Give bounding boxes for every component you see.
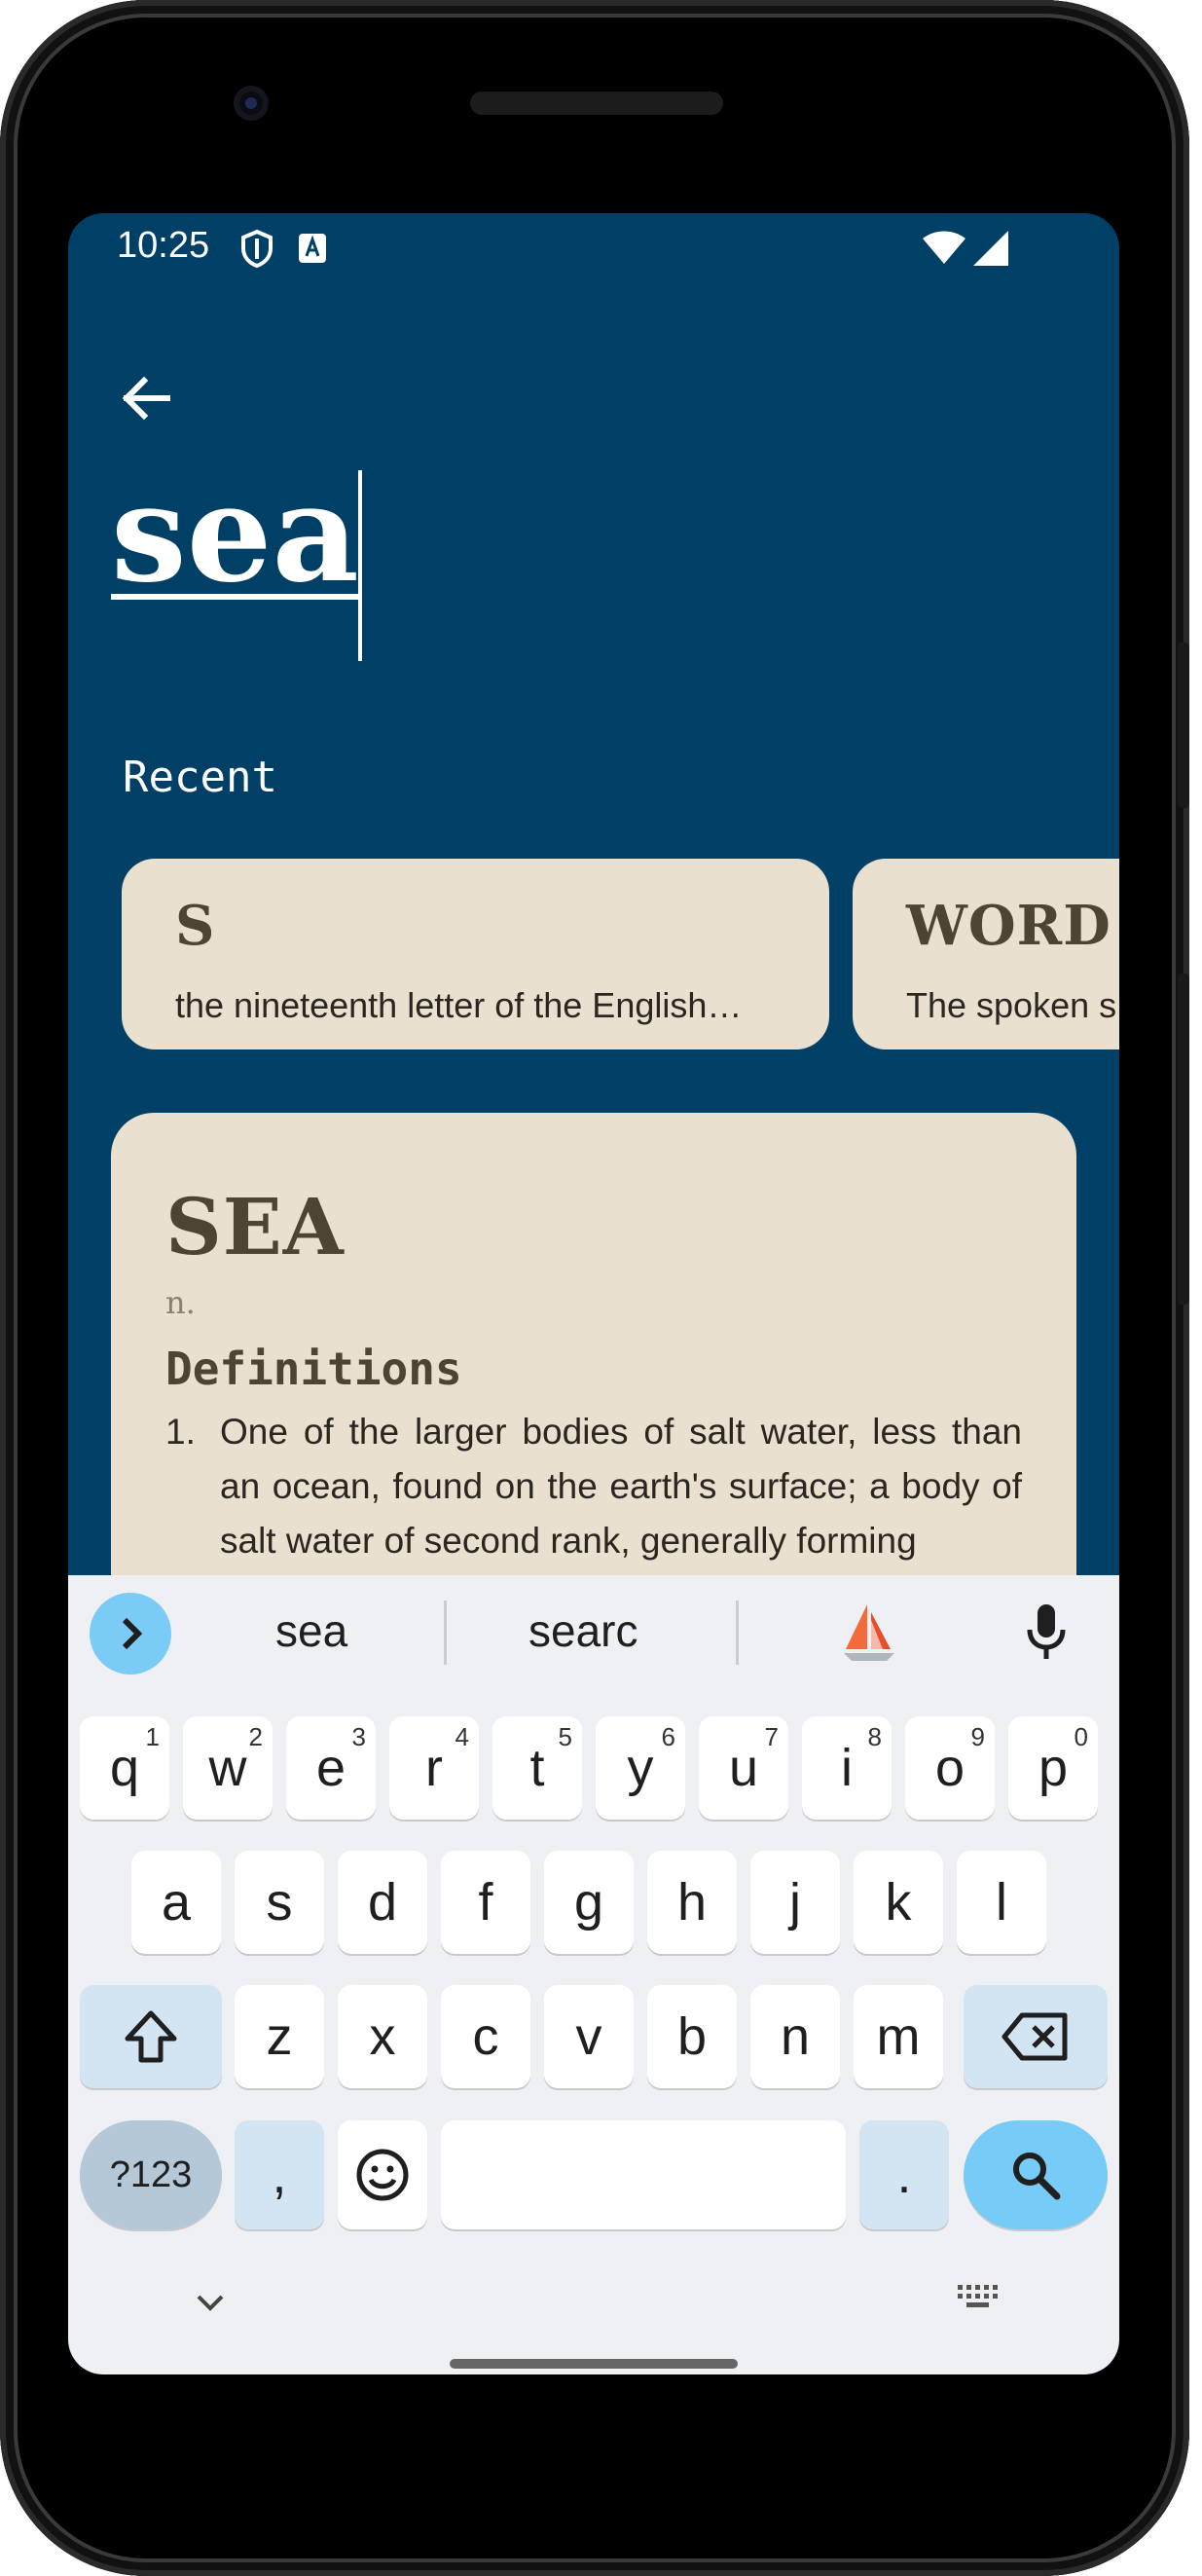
recent-card[interactable]: WORD The spoken s <box>853 859 1119 1049</box>
key-h[interactable]: h <box>647 1851 737 1954</box>
recent-card[interactable]: S the nineteenth letter of the English… <box>122 859 829 1049</box>
status-bar: 10:25 <box>68 213 1119 281</box>
cellular-signal-icon <box>973 231 1008 266</box>
suggestion-item[interactable]: sea <box>275 1604 347 1657</box>
phone-frame: 10:25 sea Recent S the nineteenth letter… <box>0 0 1189 2576</box>
recent-card-definition: The spoken s <box>906 985 1117 1025</box>
chevron-right-icon <box>122 1617 143 1650</box>
key-f[interactable]: f <box>441 1851 530 1954</box>
part-of-speech: n. <box>165 1284 196 1321</box>
key-g[interactable]: g <box>544 1851 634 1954</box>
key-x[interactable]: x <box>338 1985 427 2088</box>
recent-card-word: S <box>175 894 216 958</box>
period-key[interactable]: . <box>859 2120 949 2229</box>
back-arrow-icon[interactable] <box>107 359 185 437</box>
recent-heading: Recent <box>123 753 277 802</box>
entry-word: SEA <box>165 1181 345 1272</box>
shift-key[interactable] <box>80 1985 222 2088</box>
key-z[interactable]: z <box>235 1985 324 2088</box>
definition-number: 1. <box>165 1412 196 1452</box>
backspace-icon <box>1002 2012 1068 2061</box>
comma-key[interactable]: , <box>235 2120 324 2229</box>
suggestion-divider <box>736 1601 739 1665</box>
space-key[interactable] <box>441 2120 846 2229</box>
recent-card-word: WORD <box>906 894 1111 958</box>
symbols-key[interactable]: ?123 <box>80 2120 222 2229</box>
key-o[interactable]: o9 <box>905 1716 995 1820</box>
key-k[interactable]: k <box>854 1851 943 1954</box>
key-l[interactable]: l <box>957 1851 1046 1954</box>
shift-arrow-icon <box>125 2010 177 2063</box>
key-p[interactable]: p0 <box>1008 1716 1098 1820</box>
definitions-heading: Definitions <box>165 1343 462 1395</box>
key-i[interactable]: i8 <box>802 1716 892 1820</box>
volume-button <box>1178 643 1189 808</box>
home-gesture-bar[interactable] <box>450 2359 738 2369</box>
earpiece-speaker <box>470 92 723 115</box>
suggestion-divider <box>444 1601 447 1665</box>
key-b[interactable]: b <box>647 1985 737 2088</box>
sailboat-emoji-icon[interactable] <box>840 1601 898 1665</box>
backspace-key[interactable] <box>964 1985 1108 2088</box>
key-s[interactable]: s <box>235 1851 324 1954</box>
hide-keyboard-chevron-icon[interactable] <box>193 2287 228 2316</box>
wifi-icon <box>923 231 965 264</box>
keyboard-notification-icon <box>299 234 326 263</box>
keyboard-switch-icon[interactable] <box>956 2283 1001 2316</box>
key-t[interactable]: t5 <box>492 1716 582 1820</box>
key-c[interactable]: c <box>441 1985 530 2088</box>
key-e[interactable]: e3 <box>286 1716 376 1820</box>
key-m[interactable]: m <box>854 1985 943 2088</box>
power-button <box>1178 974 1189 1305</box>
microphone-icon[interactable] <box>1024 1602 1069 1663</box>
app-screen: 10:25 sea Recent S the nineteenth letter… <box>68 213 1119 2374</box>
recent-card-definition: the nineteenth letter of the English… <box>175 985 743 1025</box>
soft-keyboard: sea searc q1 w2 e3 r4 t 5 y 6 u 7 i 8 o … <box>68 1575 1119 2374</box>
definition-text: One of the larger bodies of salt water, … <box>220 1412 1022 1561</box>
status-time: 10:25 <box>117 225 210 266</box>
key-a[interactable]: a <box>131 1851 221 1954</box>
text-cursor <box>358 470 362 661</box>
key-q[interactable]: q1 <box>80 1716 169 1820</box>
shield-icon <box>241 229 273 268</box>
front-camera <box>234 86 269 121</box>
key-n[interactable]: n <box>750 1985 840 2088</box>
key-v[interactable]: v <box>544 1985 634 2088</box>
navigation-bar <box>68 2258 1119 2374</box>
search-key[interactable] <box>964 2120 1108 2229</box>
search-icon <box>1013 2153 1061 2200</box>
smiley-icon <box>356 2149 409 2201</box>
key-w[interactable]: w2 <box>183 1716 273 1820</box>
key-u[interactable]: u7 <box>699 1716 788 1820</box>
key-d[interactable]: d <box>338 1851 427 1954</box>
suggestion-strip: sea searc <box>68 1575 1119 1692</box>
expand-toolbar-button[interactable] <box>90 1593 171 1674</box>
key-j[interactable]: j <box>750 1851 840 1954</box>
key-r[interactable]: r4 <box>389 1716 479 1820</box>
emoji-key[interactable] <box>338 2120 427 2229</box>
suggestion-item[interactable]: searc <box>528 1604 637 1657</box>
key-y[interactable]: y6 <box>596 1716 685 1820</box>
search-input[interactable]: sea <box>111 466 359 601</box>
